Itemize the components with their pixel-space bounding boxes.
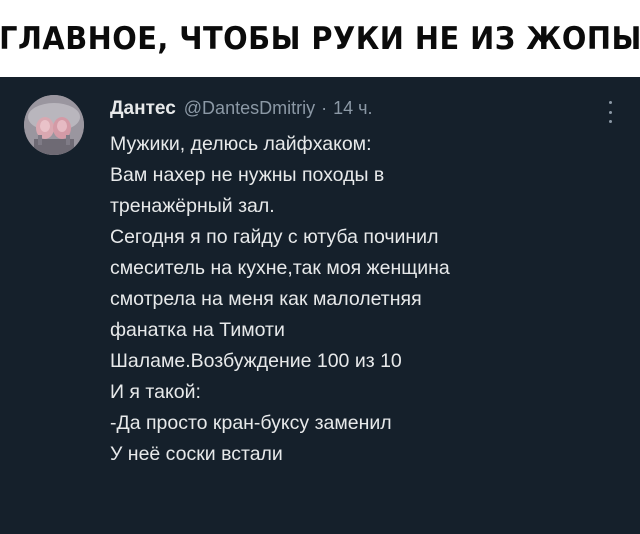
tweet-line: фанатка на Тимоти bbox=[110, 319, 285, 341]
tweet-line: смотрела на меня как малолетняя bbox=[110, 288, 422, 310]
meme-caption: ГЛАВНОЕ, ЧТОБЫ РУКИ НЕ ИЗ ЖОПЫ bbox=[0, 0, 640, 77]
caption-text: ГЛАВНОЕ, ЧТОБЫ РУКИ НЕ ИЗ ЖОПЫ bbox=[0, 20, 640, 57]
tweet-header: Дантес @DantesDmitriy · 14 ч. bbox=[110, 98, 600, 124]
separator-dot: · bbox=[321, 98, 328, 118]
tweet-line: Шаламе.Возбуждение 100 из 10 bbox=[110, 350, 402, 372]
tweet-time[interactable]: 14 ч. bbox=[333, 98, 372, 119]
tweet-line: смеситель на кухне,так моя женщина bbox=[110, 257, 450, 279]
tweet-line: Вам нахер не нужны походы в bbox=[110, 164, 385, 186]
author-handle[interactable]: @DantesDmitriy bbox=[184, 98, 315, 119]
avatar[interactable] bbox=[24, 95, 84, 155]
tweet-card[interactable]: Дантес @DantesDmitriy · 14 ч. Мужики, де… bbox=[0, 77, 640, 534]
tweet-line: И я такой: bbox=[110, 381, 201, 403]
tweet-line: У неё соски встали bbox=[110, 443, 283, 465]
tweet-line: Сегодня я по гайду с ютуба починил bbox=[110, 226, 439, 248]
tweet-text: Мужики, делюсь лайфхаком: Вам нахер не н… bbox=[110, 129, 620, 470]
more-vertical-icon[interactable] bbox=[606, 101, 614, 123]
tweet-line: тренажёрный зал. bbox=[110, 195, 275, 217]
tweet-line: Мужики, делюсь лайфхаком: bbox=[110, 133, 372, 155]
avatar-image bbox=[24, 95, 84, 155]
tweet-line: -Да просто кран-буксу заменил bbox=[110, 412, 392, 434]
author-name[interactable]: Дантес bbox=[110, 98, 176, 120]
